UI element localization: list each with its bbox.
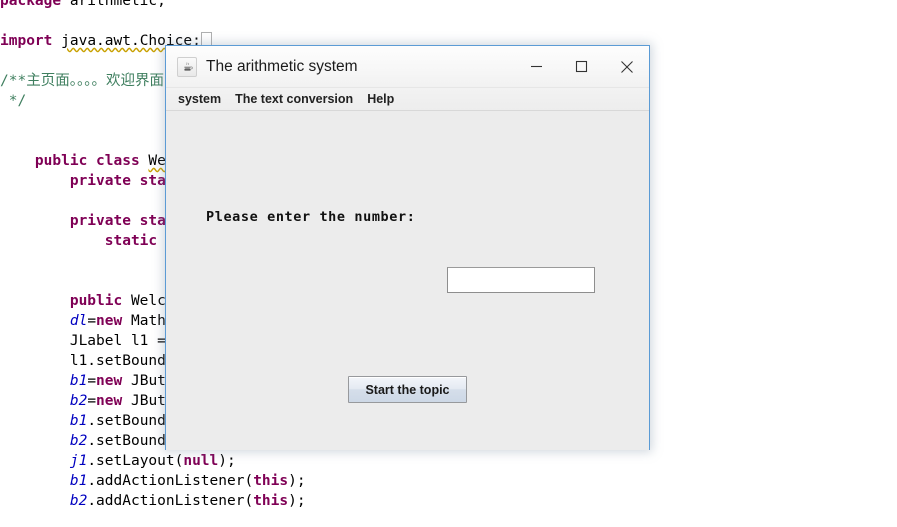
menu-item-help[interactable]: Help: [360, 90, 401, 108]
prompt-label: Please enter the number:: [206, 209, 416, 225]
menu-item-text-conversion[interactable]: The text conversion: [228, 90, 360, 108]
window-content-panel: Please enter the number: Start the topic: [166, 111, 649, 450]
minimize-icon[interactable]: [514, 46, 559, 87]
window-menubar: system The text conversion Help: [166, 88, 649, 111]
start-topic-button[interactable]: Start the topic: [348, 376, 467, 403]
menu-item-system[interactable]: system: [171, 90, 228, 108]
close-icon[interactable]: [604, 46, 649, 87]
number-input[interactable]: [447, 267, 595, 293]
window-title: The arithmetic system: [206, 57, 358, 75]
maximize-icon[interactable]: [559, 46, 604, 87]
arithmetic-system-window: The arithmetic system system The text co…: [165, 45, 650, 450]
window-titlebar[interactable]: The arithmetic system: [166, 46, 649, 88]
java-coffee-cup-icon: [177, 56, 197, 77]
window-controls: [514, 46, 649, 87]
